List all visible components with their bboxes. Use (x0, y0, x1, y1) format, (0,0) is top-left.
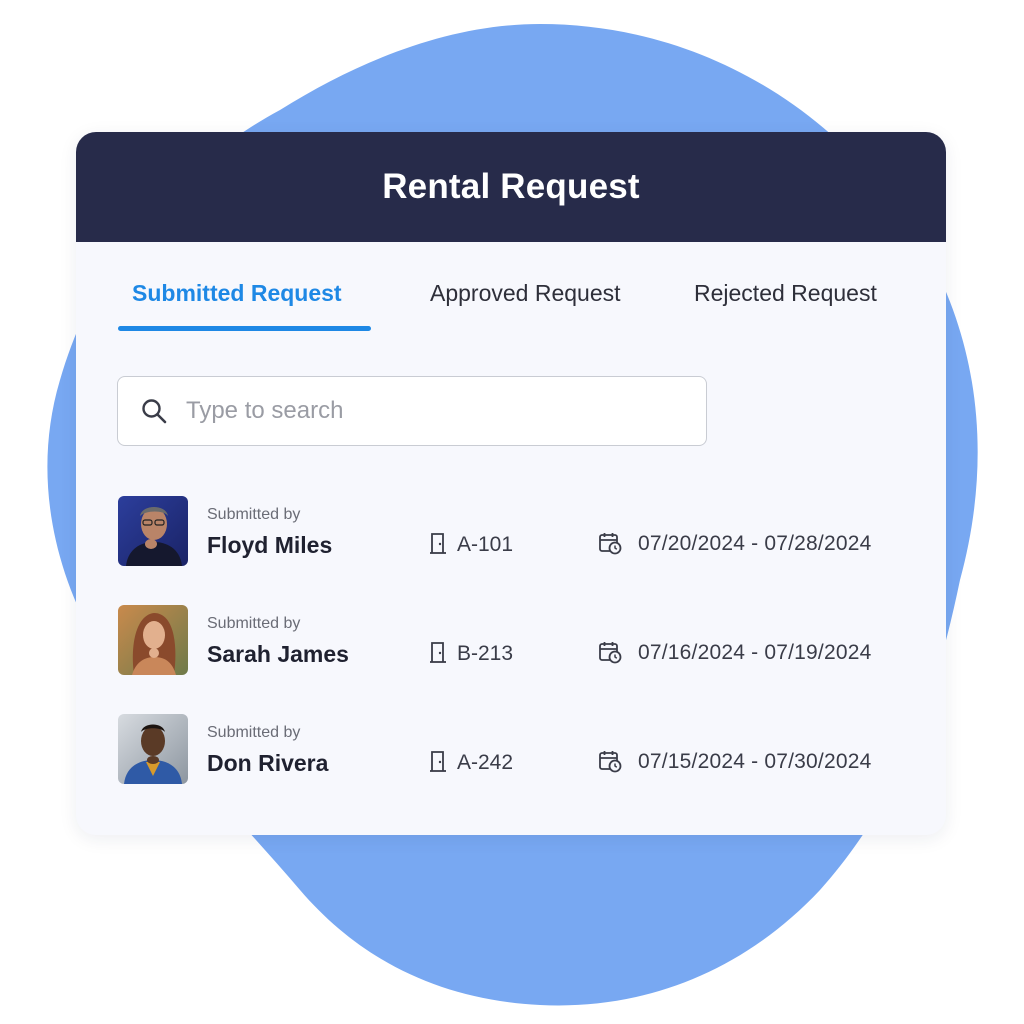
door-icon (430, 642, 446, 663)
date-range: 07/15/2024 - 07/30/2024 (638, 750, 872, 773)
search-box[interactable] (117, 376, 707, 446)
calendar-clock-icon (599, 533, 622, 555)
avatar (118, 496, 188, 566)
request-row[interactable]: Submitted by Sarah James B-213 07/16/202… (118, 605, 908, 675)
active-tab-indicator (118, 326, 371, 331)
submitted-by-label: Submitted by (207, 724, 301, 741)
submitted-by-label: Submitted by (207, 506, 301, 523)
request-row[interactable]: Submitted by Don Rivera A-242 07/15/2024… (118, 714, 908, 784)
avatar (118, 605, 188, 675)
search-icon (142, 399, 167, 424)
tab-bar: Submitted Request Approved Request Rejec… (76, 280, 946, 336)
unit-code: B-213 (457, 642, 514, 665)
page-title: Rental Request (382, 167, 640, 206)
unit-code: A-101 (457, 533, 514, 556)
tab-submitted-request[interactable]: Submitted Request (132, 280, 342, 307)
calendar-clock-icon (599, 751, 622, 773)
request-row[interactable]: Submitted by Floyd Miles A-101 07/20/202… (118, 496, 908, 566)
door-icon (430, 751, 446, 772)
calendar-clock-icon (599, 642, 622, 664)
door-icon (430, 533, 446, 554)
submitter-name: Sarah James (207, 641, 349, 667)
unit-code: A-242 (457, 751, 514, 774)
rental-request-card: Rental Request Submitted Request Approve… (76, 132, 946, 835)
tab-approved-request[interactable]: Approved Request (430, 280, 621, 307)
search-input[interactable] (184, 396, 668, 426)
date-range: 07/20/2024 - 07/28/2024 (638, 532, 872, 555)
date-range: 07/16/2024 - 07/19/2024 (638, 641, 872, 664)
submitter-name: Floyd Miles (207, 532, 333, 558)
card-header: Rental Request (76, 132, 946, 242)
tab-rejected-request[interactable]: Rejected Request (694, 280, 877, 307)
submitted-by-label: Submitted by (207, 615, 301, 632)
stage: Rental Request Submitted Request Approve… (0, 0, 1024, 1024)
submitter-name: Don Rivera (207, 750, 329, 776)
avatar (118, 714, 188, 784)
